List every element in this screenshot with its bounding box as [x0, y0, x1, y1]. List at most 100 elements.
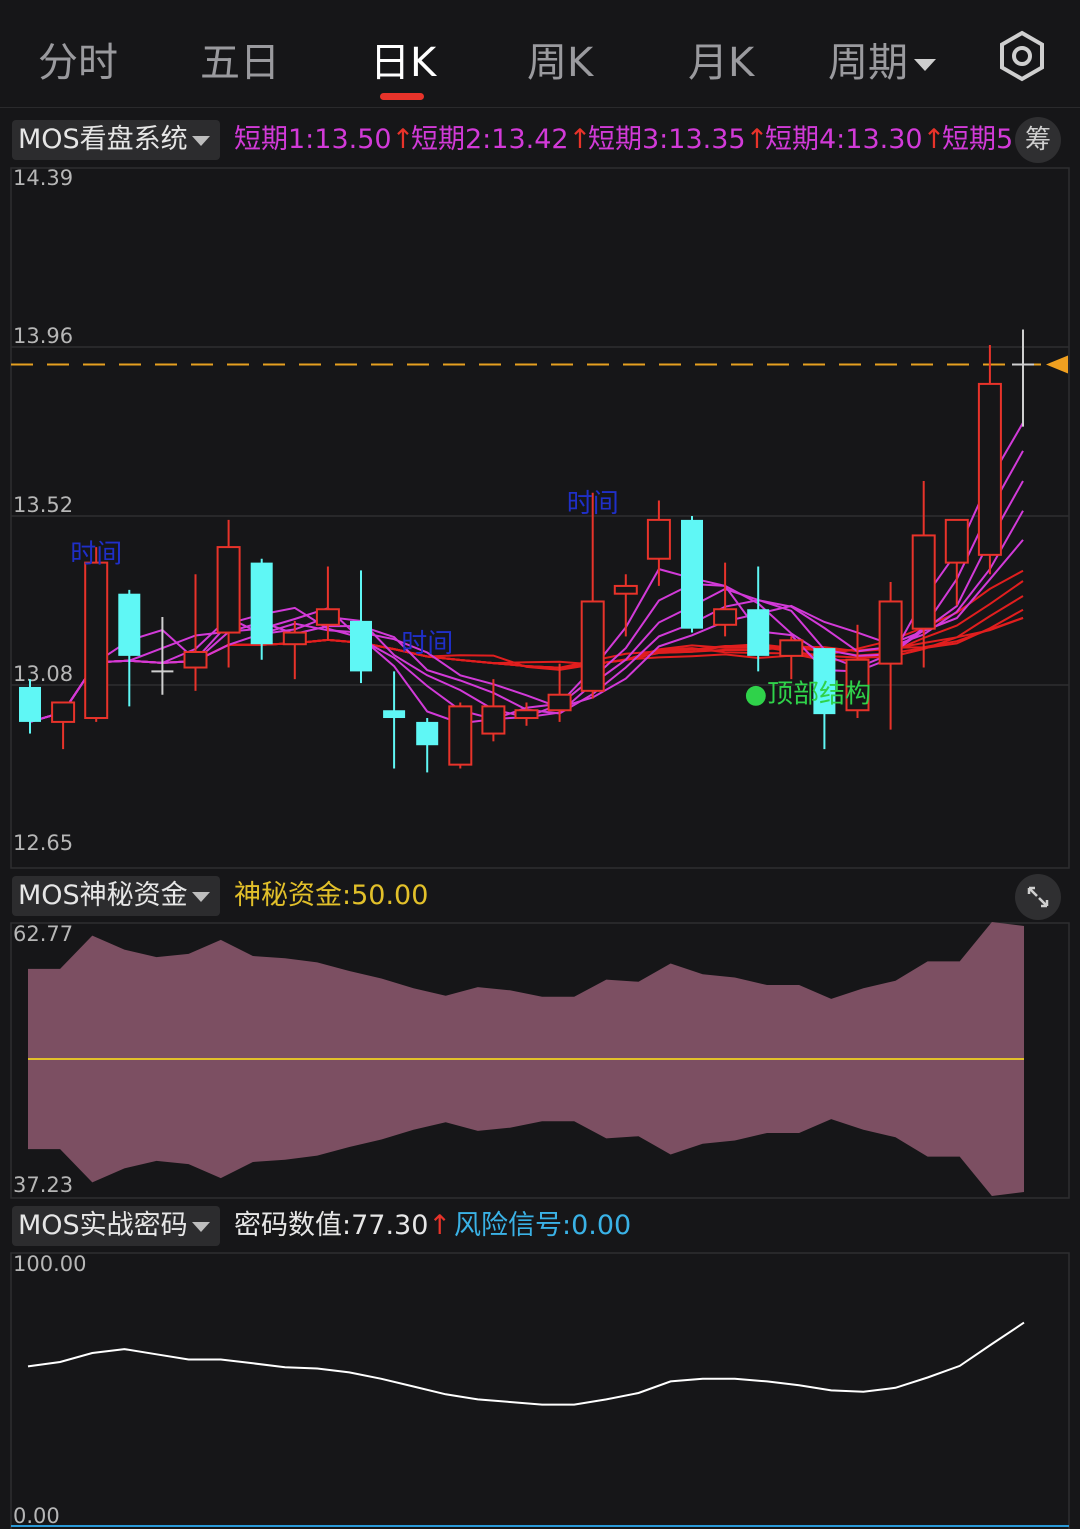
time-annotation: 时间: [401, 629, 453, 659]
y-axis-label: 13.08: [13, 662, 73, 686]
chevron-down-icon: [914, 59, 936, 71]
short-ma-line: [29, 480, 1024, 723]
candle-body: [481, 705, 506, 735]
y-axis-label: 37.23: [13, 1173, 73, 1197]
tab-period-dropdown[interactable]: 周期: [828, 30, 936, 88]
legend-short2-label: 短期2:: [411, 124, 492, 155]
long-ma-line: [29, 569, 1024, 723]
code-value-line: [27, 1321, 1025, 1406]
indicator-selector-code[interactable]: MOS实战密码: [12, 1206, 220, 1246]
risk-legend: 风险信号:0.00: [454, 1200, 631, 1252]
candle-body: [315, 608, 340, 626]
plot-frame: [10, 1252, 1070, 1529]
legend-short3-value: 13.35: [668, 124, 746, 155]
code-legend: 密码数值:77.30↑: [234, 1200, 451, 1252]
short-ma-line: [29, 539, 1024, 723]
candle-body: [383, 710, 406, 719]
candle-body: [118, 593, 141, 656]
y-axis-label: 14.39: [13, 166, 73, 190]
y-axis-label: 13.96: [13, 324, 73, 348]
y-axis-label: 13.52: [13, 493, 73, 517]
candle-body: [779, 639, 804, 657]
selector-label: MOS神秘资金: [18, 880, 188, 911]
candle-body: [646, 518, 671, 560]
candle-body: [250, 562, 273, 645]
chip-distribution-button[interactable]: 筹: [1015, 117, 1061, 163]
risk-label: 风险信号:: [454, 1210, 572, 1241]
selector-label: MOS看盘系统: [18, 124, 188, 155]
candle-body: [416, 721, 439, 746]
legend-short1-label: 短期1:: [234, 124, 315, 155]
tab-weekly-k[interactable]: 周K: [527, 30, 593, 88]
legend-short4: 短期4:13.30↑: [765, 114, 945, 166]
candle-body: [977, 382, 1002, 556]
y-axis-label: 62.77: [13, 922, 73, 946]
selector-label: MOS实战密码: [18, 1210, 188, 1241]
y-axis-label: 12.65: [13, 831, 73, 855]
candle-body: [944, 518, 969, 564]
long-ma-line: [29, 580, 1024, 723]
candle-body: [878, 600, 903, 665]
legend-short3-label: 短期3:: [588, 124, 669, 155]
short-ma-line: [29, 510, 1024, 723]
legend-short3: 短期3:13.35↑: [588, 114, 768, 166]
candle-body: [580, 600, 605, 692]
code-line-chart: 100.00 0.00: [10, 1252, 1070, 1529]
candle-body: [19, 686, 41, 722]
candle-body: [51, 701, 76, 723]
code-panel-header: MOS实战密码 密码数值:77.30↑ 风险信号:0.00: [0, 1200, 1080, 1252]
candle-body: [547, 693, 572, 712]
active-tab-indicator: [380, 93, 424, 100]
candle-body: [350, 620, 372, 672]
tab-monthly-k[interactable]: 月K: [688, 30, 754, 88]
legend-short4-label: 短期4:: [765, 124, 846, 155]
fund-legend: 神秘资金:50.00: [234, 870, 428, 922]
price-panel-header: MOS看盘系统 短期1:13.50↑ 短期2:13.42↑ 短期3:13.35↑…: [0, 114, 1080, 166]
short-ma-line: [29, 450, 1024, 723]
period-label: 周期: [828, 40, 908, 86]
candlestick-chart: 14.3913.9613.5213.0812.65时间时间时间●顶部结构: [10, 166, 1070, 869]
code-label: 密码数值:: [234, 1210, 352, 1241]
candle-body: [613, 584, 638, 595]
time-annotation: 时间: [70, 540, 122, 570]
candle-body: [216, 546, 241, 634]
period-tab-bar: 分时 五日 日K 周K 月K 周期: [0, 0, 1080, 108]
legend-short1-value: 13.50: [314, 124, 392, 155]
settings-gear-icon[interactable]: [996, 30, 1048, 82]
legend-short2: 短期2:13.42↑: [411, 114, 591, 166]
candle-body: [681, 519, 703, 629]
chevron-down-icon: [191, 891, 210, 902]
time-annotation: 时间: [567, 489, 619, 519]
candle-body: [282, 631, 307, 646]
code-value: 77.30: [351, 1210, 429, 1241]
legend-short4-value: 13.30: [845, 124, 923, 155]
risk-value: 0.00: [571, 1210, 632, 1241]
plot-frame: [10, 167, 1070, 869]
indicator-selector-fund[interactable]: MOS神秘资金: [12, 876, 220, 916]
tab-five-day[interactable]: 五日: [200, 30, 280, 88]
y-axis-label: 100.00: [13, 1252, 86, 1276]
expand-icon[interactable]: [1015, 874, 1061, 920]
candle-body: [911, 534, 936, 630]
fund-label: 神秘资金:: [234, 880, 352, 911]
tab-intraday[interactable]: 分时: [38, 30, 118, 88]
candle-body: [747, 609, 770, 656]
fund-area-chart: 62.77 37.23: [10, 922, 1070, 1199]
short-ma-line: [29, 422, 1024, 725]
candle-body: [84, 561, 109, 720]
top-structure-signal: ●顶部结构: [745, 679, 872, 709]
indicator-selector-price[interactable]: MOS看盘系统: [12, 120, 220, 160]
arrow-up-icon: ↑: [428, 1210, 452, 1241]
y-axis-label: 0.00: [13, 1504, 60, 1528]
legend-short5: 短期5: [942, 124, 1014, 155]
chevron-down-icon: [191, 1221, 210, 1232]
tab-daily-k[interactable]: 日K: [370, 30, 436, 88]
legend-short2-value: 13.42: [491, 124, 569, 155]
candle-body: [448, 705, 473, 766]
candle-body: [514, 709, 539, 720]
candle-body: [713, 608, 738, 626]
fund-value: 50.00: [351, 880, 429, 911]
fund-panel-header: MOS神秘资金 神秘资金:50.00: [0, 870, 1080, 922]
legend-short1: 短期1:13.50↑: [234, 114, 414, 166]
candle-body: [183, 650, 208, 669]
